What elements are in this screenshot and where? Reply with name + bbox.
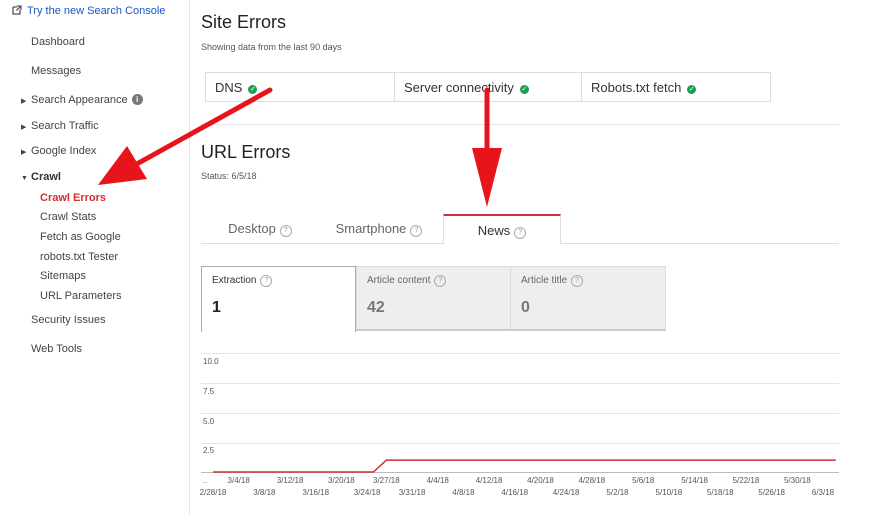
metric-value: 1 — [212, 299, 221, 316]
help-icon[interactable]: ? — [260, 275, 273, 287]
chart-plot — [213, 459, 836, 473]
metric-extraction[interactable]: Extraction? 1 — [201, 266, 356, 332]
tab-label: News — [477, 223, 511, 238]
metric-label: Extraction — [212, 275, 257, 286]
tab-news[interactable]: News? — [443, 214, 561, 244]
series-line-0 — [213, 459, 836, 473]
help-icon[interactable]: ? — [514, 227, 527, 239]
